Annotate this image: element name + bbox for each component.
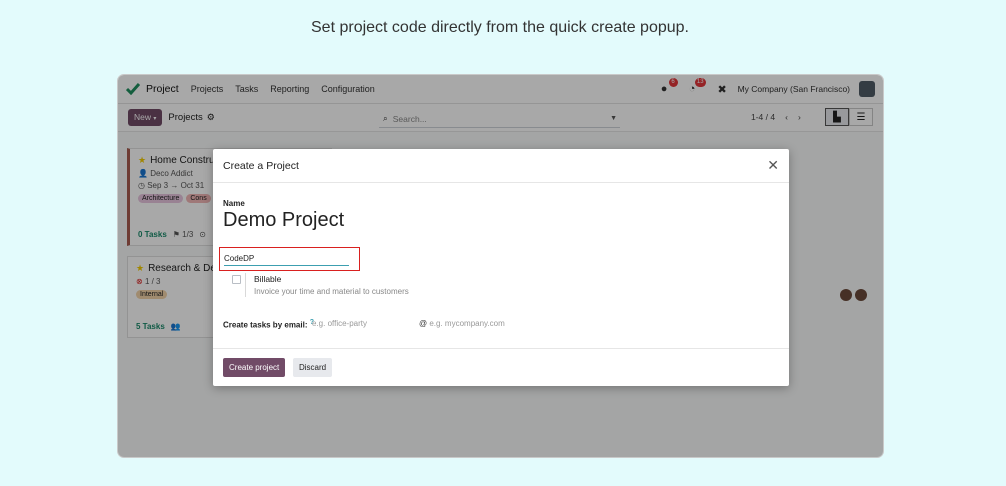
email-label-text: Create tasks by email:: [223, 320, 308, 330]
billable-checkbox[interactable]: [232, 275, 241, 284]
name-label: Name: [223, 199, 245, 208]
alias-input[interactable]: e.g. office-party: [312, 319, 367, 328]
close-icon[interactable]: ✕: [767, 157, 779, 174]
dialog-title: Create a Project: [223, 159, 299, 172]
email-label: Create tasks by email: ?: [223, 319, 314, 330]
billable-description: Invoice your time and material to custom…: [254, 287, 409, 296]
billable-label: Billable: [254, 274, 282, 284]
app-screenshot: Project Projects Tasks Reporting Configu…: [117, 74, 884, 458]
domain-input[interactable]: e.g. mycompany.com: [429, 319, 504, 328]
at-icon: @: [419, 319, 428, 328]
project-code-field[interactable]: CodeDP: [224, 252, 349, 266]
discard-button[interactable]: Discard: [293, 358, 333, 377]
divider: [245, 273, 246, 297]
highlight-box: CodeDP: [219, 247, 360, 271]
dialog-footer: Create project Discard: [213, 348, 789, 386]
domain-field[interactable]: @ e.g. mycompany.com: [419, 319, 505, 328]
create-project-dialog: Create a Project ✕ Name Demo Project Cod…: [213, 149, 789, 386]
create-project-button[interactable]: Create project: [223, 358, 286, 377]
caption: Set project code directly from the quick…: [311, 19, 689, 36]
name-field[interactable]: Demo Project: [223, 209, 344, 232]
